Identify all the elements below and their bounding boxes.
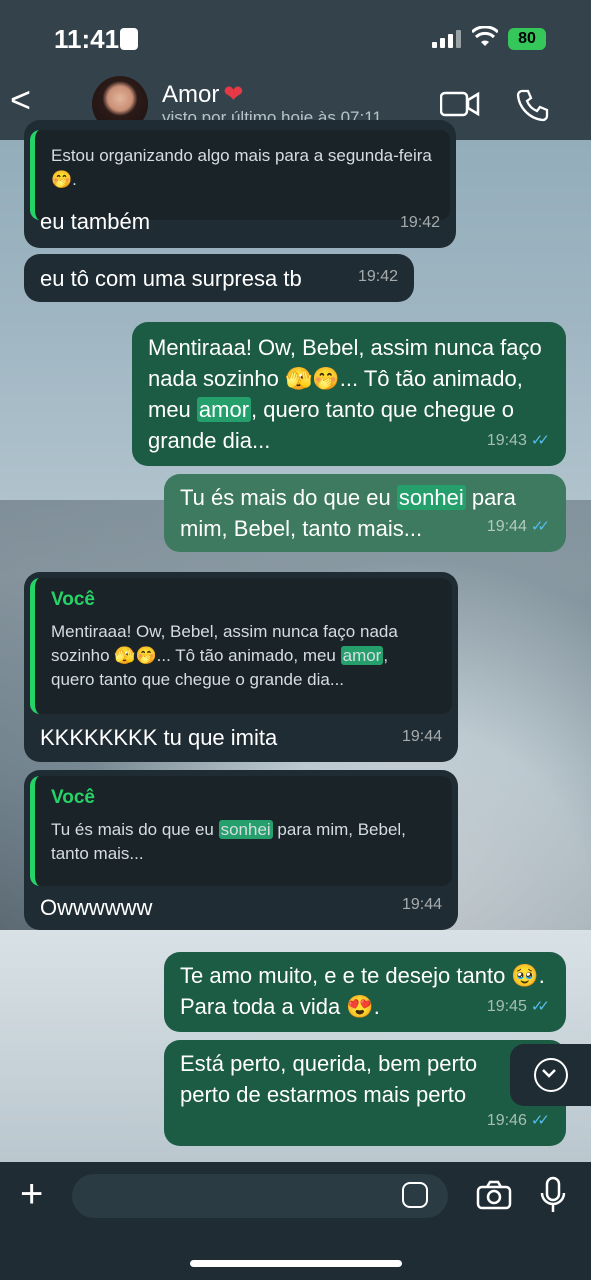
camera-icon[interactable] <box>476 1180 512 1210</box>
quoted-message[interactable]: Você Tu és mais do que eu sonhei para mi… <box>30 776 452 886</box>
message-text: Está perto, querida, bem perto perto de … <box>180 1051 478 1107</box>
message-bubble-outgoing[interactable]: Te amo muito, e e te desejo tanto 🥹. Par… <box>164 952 566 1032</box>
quote-author: Você <box>51 787 96 808</box>
message-text: eu tô com uma surpresa tb <box>40 266 302 291</box>
read-ticks-icon: ✓✓ <box>530 1112 550 1129</box>
message-time: 19:46 ✓✓ <box>487 1105 550 1136</box>
message-text: Owwwwww <box>40 895 153 920</box>
quoted-text: Estou organizando algo mais para a segun… <box>51 146 432 189</box>
message-text: eu também <box>40 209 151 234</box>
signal-icon <box>432 30 461 48</box>
battery-indicator: 80 <box>508 28 546 50</box>
message-time: 19:43 ✓✓ <box>487 425 550 456</box>
message-time: 19:44 ✓✓ <box>487 511 550 542</box>
scroll-to-bottom-button[interactable] <box>510 1044 591 1106</box>
status-time: 11:41 <box>54 24 120 54</box>
message-time: 19:44 <box>401 896 442 913</box>
highlight-sonhei: sonhei <box>396 485 466 510</box>
heart-icon: ❤ <box>223 81 244 108</box>
highlight-amor: amor <box>196 397 252 422</box>
video-call-icon[interactable] <box>440 90 480 118</box>
message-text: Mentiraaa! Ow, Bebel, assim nunca faço n… <box>148 335 542 453</box>
quoted-message[interactable]: Você Mentiraaa! Ow, Bebel, assim nunca f… <box>30 578 452 714</box>
message-time: 19:42 <box>357 268 398 285</box>
message-text: KKKKKKKK tu que imita <box>40 725 278 750</box>
quote-author: Você <box>51 589 96 610</box>
phone-call-icon[interactable] <box>516 88 550 122</box>
read-ticks-icon: ✓✓ <box>530 518 550 535</box>
message-bubble-outgoing[interactable]: Está perto, querida, bem perto perto de … <box>164 1040 566 1146</box>
id-card-icon <box>120 28 138 50</box>
message-input[interactable] <box>72 1174 448 1218</box>
message-bubble-incoming[interactable]: Você Tu és mais do que eu sonhei para mi… <box>24 770 458 930</box>
message-time: 19:45 ✓✓ <box>487 991 550 1022</box>
message-time: 19:44 <box>401 728 442 745</box>
message-text: Tu és mais do que eu sonhei para mim, Be… <box>180 485 516 541</box>
home-indicator <box>190 1260 402 1267</box>
quoted-text: Mentiraaa! Ow, Bebel, assim nunca faço n… <box>51 622 398 689</box>
read-ticks-icon: ✓✓ <box>530 998 550 1015</box>
microphone-icon[interactable] <box>538 1176 568 1214</box>
wifi-icon <box>470 25 500 55</box>
highlight-amor: amor <box>340 646 384 665</box>
sticker-icon[interactable] <box>402 1182 428 1208</box>
quoted-text: Tu és mais do que eu sonhei para mim, Be… <box>51 820 406 863</box>
message-time: 19:42 <box>399 214 440 231</box>
message-bubble-incoming[interactable]: eu tô com uma surpresa tb 19:42 <box>24 254 414 302</box>
back-button[interactable]: < <box>10 82 31 118</box>
message-bubble-incoming[interactable]: Você Mentiraaa! Ow, Bebel, assim nunca f… <box>24 572 458 762</box>
message-bubble-outgoing[interactable]: Tu és mais do que eu sonhei para mim, Be… <box>164 474 566 552</box>
chevron-down-icon <box>534 1058 568 1092</box>
highlight-sonhei: sonhei <box>218 820 273 839</box>
contact-name[interactable]: Amor ❤ <box>162 80 243 109</box>
read-ticks-icon: ✓✓ <box>530 432 550 449</box>
message-bubble-outgoing[interactable]: Mentiraaa! Ow, Bebel, assim nunca faço n… <box>132 322 566 466</box>
attach-plus-icon[interactable]: + <box>20 1174 43 1214</box>
message-bubble-incoming[interactable]: Estou organizando algo mais para a segun… <box>24 120 456 248</box>
